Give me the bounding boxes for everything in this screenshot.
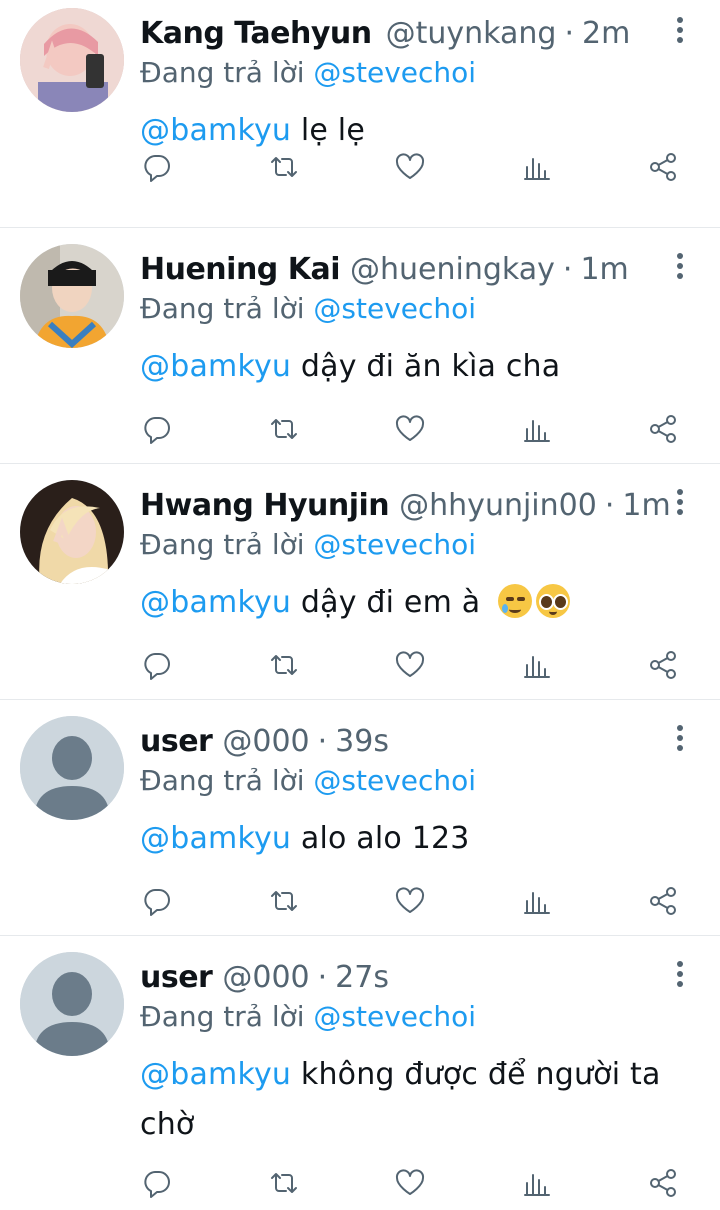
avatar[interactable] — [20, 480, 124, 584]
more-icon[interactable] — [668, 250, 692, 284]
replying-to: Đang trả lời @stevechoi — [140, 54, 700, 92]
action-bar — [140, 648, 680, 682]
reply-icon[interactable] — [140, 648, 174, 682]
analytics-icon[interactable] — [520, 1166, 554, 1200]
display-name[interactable]: Hwang Hyunjin — [140, 486, 390, 526]
like-icon[interactable] — [393, 412, 427, 446]
retweet-icon[interactable] — [267, 412, 301, 446]
timestamp[interactable]: 1m — [580, 250, 628, 290]
like-icon[interactable] — [393, 884, 427, 918]
action-bar — [140, 884, 680, 918]
reply-icon[interactable] — [140, 412, 174, 446]
mention-link[interactable]: @bamkyu — [140, 585, 291, 620]
analytics-icon[interactable] — [520, 412, 554, 446]
more-icon[interactable] — [668, 14, 692, 48]
avatar[interactable] — [20, 8, 124, 112]
retweet-icon[interactable] — [267, 884, 301, 918]
timestamp[interactable]: 1m — [622, 486, 670, 526]
user-handle[interactable]: @tuynkang — [386, 14, 557, 54]
face-holding-back-tears-emoji — [498, 584, 533, 618]
replying-label: Đang trả lời — [140, 292, 305, 325]
action-bar — [140, 1166, 680, 1200]
replying-label: Đang trả lời — [140, 1000, 305, 1033]
avatar[interactable] — [20, 244, 124, 348]
analytics-icon[interactable] — [520, 150, 554, 184]
display-name[interactable]: Huening Kai — [140, 250, 341, 290]
reply-to-link[interactable]: @stevechoi — [313, 764, 476, 797]
replying-to: Đang trả lời @stevechoi — [140, 290, 700, 328]
display-name[interactable]: user — [140, 722, 213, 762]
tweet-text: @bamkyu không được để người ta chờ — [140, 1050, 700, 1150]
replying-to: Đang trả lời @stevechoi — [140, 998, 700, 1036]
reply-icon[interactable] — [140, 150, 174, 184]
avatar[interactable] — [20, 716, 124, 820]
tweet[interactable]: Kang Taehyun @tuynkang · 2m Đang trả lời… — [0, 0, 720, 228]
tweet[interactable]: user @000 · 27s Đang trả lời @stevechoi … — [0, 936, 720, 1210]
user-handle[interactable]: @hhyunjin00 — [399, 486, 597, 526]
tweet-text: @bamkyu alo alo 123 — [140, 814, 700, 864]
share-icon[interactable] — [646, 1166, 680, 1200]
analytics-icon[interactable] — [520, 648, 554, 682]
display-name[interactable]: Kang Taehyun — [140, 14, 372, 54]
timestamp[interactable]: 39s — [335, 722, 389, 762]
avatar[interactable] — [20, 952, 124, 1056]
like-icon[interactable] — [393, 150, 427, 184]
action-bar — [140, 412, 680, 446]
action-bar — [140, 150, 680, 184]
reply-to-link[interactable]: @stevechoi — [313, 292, 476, 325]
retweet-icon[interactable] — [267, 648, 301, 682]
display-name[interactable]: user — [140, 958, 213, 998]
share-icon[interactable] — [646, 412, 680, 446]
replying-label: Đang trả lời — [140, 528, 305, 561]
mention-link[interactable]: @bamkyu — [140, 821, 291, 856]
more-icon[interactable] — [668, 486, 692, 520]
share-icon[interactable] — [646, 884, 680, 918]
reply-icon[interactable] — [140, 1166, 174, 1200]
share-icon[interactable] — [646, 648, 680, 682]
user-handle[interactable]: @hueningkay — [350, 250, 555, 290]
reply-to-link[interactable]: @stevechoi — [313, 1000, 476, 1033]
pleading-face-emoji — [536, 584, 571, 618]
separator-dot: · — [317, 960, 328, 995]
timestamp[interactable]: 27s — [335, 958, 389, 998]
tweet-text: @bamkyu dậy đi em à — [140, 578, 700, 628]
reply-icon[interactable] — [140, 884, 174, 918]
tweet-text: @bamkyu dậy đi ăn kìa cha — [140, 342, 700, 392]
separator-dot: · — [562, 252, 573, 287]
separator-dot: · — [604, 488, 615, 523]
share-icon[interactable] — [646, 150, 680, 184]
more-icon[interactable] — [668, 958, 692, 992]
reply-to-link[interactable]: @stevechoi — [313, 56, 476, 89]
reply-to-link[interactable]: @stevechoi — [313, 528, 476, 561]
like-icon[interactable] — [393, 648, 427, 682]
like-icon[interactable] — [393, 1166, 427, 1200]
retweet-icon[interactable] — [267, 1166, 301, 1200]
retweet-icon[interactable] — [267, 150, 301, 184]
mention-link[interactable]: @bamkyu — [140, 113, 291, 148]
replying-to: Đang trả lời @stevechoi — [140, 526, 700, 564]
timestamp[interactable]: 2m — [582, 14, 630, 54]
replying-label: Đang trả lời — [140, 56, 305, 89]
tweet-body: lẹ lẹ — [300, 113, 365, 148]
tweet-text: @bamkyu lẹ lẹ — [140, 106, 700, 156]
more-icon[interactable] — [668, 722, 692, 756]
tweet-body: dậy đi em à — [300, 585, 481, 620]
separator-dot: · — [564, 16, 574, 51]
mention-link[interactable]: @bamkyu — [140, 349, 291, 384]
replying-to: Đang trả lời @stevechoi — [140, 762, 700, 800]
tweet-body: alo alo 123 — [300, 821, 470, 856]
tweet-body: dậy đi ăn kìa cha — [300, 349, 561, 384]
tweet[interactable]: Huening Kai @hueningkay · 1m Đang trả lờ… — [0, 228, 720, 464]
analytics-icon[interactable] — [520, 884, 554, 918]
tweet[interactable]: user @000 · 39s Đang trả lời @stevechoi … — [0, 700, 720, 936]
mention-link[interactable]: @bamkyu — [140, 1057, 291, 1092]
user-handle[interactable]: @000 — [222, 722, 309, 762]
separator-dot: · — [317, 724, 328, 759]
user-handle[interactable]: @000 — [222, 958, 309, 998]
replying-label: Đang trả lời — [140, 764, 305, 797]
tweet[interactable]: Hwang Hyunjin @hhyunjin00 · 1m Đang trả … — [0, 464, 720, 700]
